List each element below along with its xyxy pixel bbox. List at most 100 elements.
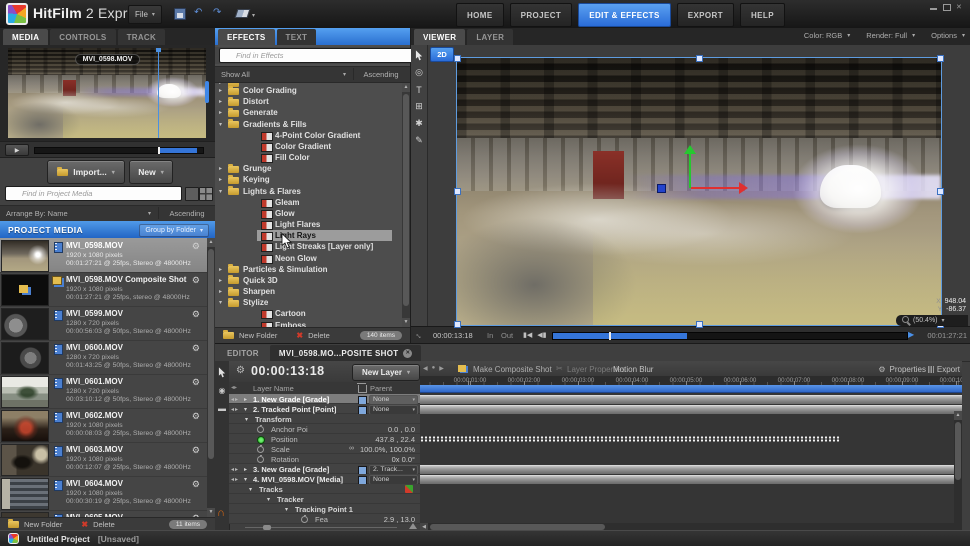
timeline-vertical-scrollbar[interactable]: ▲ [954, 411, 962, 531]
editor-row-layer[interactable]: ◂▸▾2. Tracked Point [Point]None▾ [229, 404, 420, 414]
new-folder-button[interactable]: New Folder [24, 520, 62, 529]
tree-expanded-icon[interactable]: ▾ [244, 476, 247, 483]
motion-blur-button[interactable]: Motion Blur [613, 365, 653, 374]
media-item[interactable]: MVI_0598.MOV1920 x 1080 pixels00:01:27:2… [0, 238, 207, 273]
effects-category[interactable]: ▸Generate [215, 107, 400, 118]
tree-collapsed-icon[interactable]: ▸ [219, 109, 222, 116]
effects-category[interactable]: ▾Stylize [215, 297, 400, 308]
selection-handle[interactable] [696, 321, 703, 328]
preview-scrubber[interactable] [34, 147, 204, 154]
new-folder-button[interactable]: New Folder [239, 331, 277, 340]
trash-icon[interactable] [358, 385, 367, 393]
timeline-clip-bar[interactable] [420, 405, 962, 414]
media-search-input[interactable] [5, 186, 182, 201]
scrollbar-thumb[interactable] [403, 94, 409, 306]
effect-item[interactable]: Glow [215, 208, 400, 219]
tree-expanded-icon[interactable]: ▾ [244, 406, 247, 413]
scrubber-playhead[interactable] [609, 332, 611, 340]
render-mode-dropdown[interactable]: Render: Full▾ [866, 31, 915, 40]
media-item-settings-icon[interactable]: ⚙ [192, 479, 200, 490]
parent-dropdown[interactable]: 2. Track...▾ [369, 465, 418, 475]
save-icon[interactable] [174, 8, 186, 20]
media-tab-media[interactable]: MEDIA [3, 29, 48, 45]
gizmo-y-arrow[interactable] [684, 145, 696, 154]
timeline-clip-bar[interactable] [420, 465, 962, 474]
tree-expanded-icon[interactable]: ▾ [219, 299, 222, 306]
scroll-down-icon[interactable]: ▼ [207, 508, 215, 517]
tab-close-icon[interactable]: ✕ [403, 349, 412, 358]
effects-category[interactable]: ▸Keying [215, 174, 400, 185]
show-all-dropdown[interactable]: Show All [221, 70, 250, 79]
gizmo-x-axis[interactable] [691, 187, 739, 189]
media-item[interactable]: MVI_0604.MOV1920 x 1080 pixels00:00:30:1… [0, 476, 207, 511]
viewer-scrubber[interactable] [552, 332, 908, 340]
media-item-settings-icon[interactable]: ⚙ [192, 343, 200, 354]
tree-collapsed-icon[interactable]: ▸ [219, 98, 222, 105]
timeline-settings-icon[interactable]: ⚙ [236, 365, 245, 376]
media-scrollbar[interactable]: ▲ ▼ [207, 238, 215, 517]
tree-collapsed-icon[interactable]: ▸ [219, 266, 222, 273]
nav-home[interactable]: HOME [456, 3, 504, 27]
effects-category[interactable]: ▸Particles & Simulation [215, 264, 400, 275]
minimize-icon[interactable] [930, 4, 938, 11]
effects-category[interactable]: ▸Distort [215, 96, 400, 107]
preview-scrubber-marker[interactable] [158, 147, 160, 154]
editor-row-group[interactable]: ▾Transform [229, 414, 420, 424]
delete-button[interactable]: Delete [308, 331, 330, 340]
properties-button[interactable]: ⚙Properties [878, 365, 926, 374]
keyframe-nav-icons[interactable]: ◂▸ [231, 396, 239, 403]
scroll-up-icon[interactable]: ▲ [402, 83, 410, 92]
effect-item[interactable]: Emboss [215, 320, 400, 327]
scroll-down-icon[interactable]: ▼ [402, 318, 410, 327]
current-icon[interactable]: ● [432, 365, 436, 372]
stopwatch-icon[interactable] [301, 516, 308, 523]
scrollbar-thumb[interactable] [955, 422, 961, 480]
timeline-clip-bar[interactable] [420, 475, 962, 484]
editor-tab-mvi-0598-mo-posite-shot[interactable]: MVI_0598.MO...POSITE SHOT✕ [270, 345, 422, 361]
tree-expanded-icon[interactable]: ▾ [267, 496, 270, 503]
nav-export[interactable]: EXPORT [677, 3, 734, 27]
effects-category[interactable]: ▾Lights & Flares [215, 186, 400, 197]
hand-tool-icon[interactable]: ◉ [216, 385, 228, 396]
go-to-start-icon[interactable]: ▮◀ [523, 331, 532, 339]
editor-row-group[interactable]: ▾Tracks [229, 484, 420, 494]
selection-handle[interactable] [937, 55, 944, 62]
media-item[interactable]: MVI_0598.MOV Composite Shot1920 x 1080 p… [0, 272, 207, 307]
effects-tab-text[interactable]: TEXT [277, 29, 317, 45]
effects-scrollbar[interactable]: ▲ ▼ [402, 83, 410, 327]
tree-collapsed-icon[interactable]: ▸ [219, 165, 222, 172]
selection-handle[interactable] [696, 55, 703, 62]
keyframe-nav-icons[interactable]: ◂▸ [231, 466, 239, 473]
gizmo-y-axis[interactable] [689, 154, 691, 188]
options-dropdown[interactable]: Options▾ [931, 31, 965, 40]
effect-item[interactable]: Light Rays [215, 230, 400, 241]
tracked-point-handle[interactable] [657, 184, 666, 193]
effect-item[interactable]: 4-Point Color Gradient [215, 130, 400, 141]
keyframe-nav-icons[interactable]: ◂▸ [231, 406, 239, 413]
preview-trim-handle[interactable] [205, 81, 209, 103]
media-item[interactable]: MVI_0600.MOV1280 x 720 pixels00:01:43:25… [0, 340, 207, 375]
zoom-level-dropdown[interactable]: (50.4%) ▾ [896, 315, 968, 326]
selection-handle[interactable] [937, 188, 944, 195]
tree-expanded-icon[interactable]: ▾ [285, 506, 288, 513]
restore-icon[interactable] [943, 4, 951, 11]
tree-collapsed-icon[interactable]: ▸ [219, 288, 222, 295]
media-tab-track[interactable]: TRACK [118, 29, 166, 45]
effects-category[interactable]: ▸Grunge [215, 163, 400, 174]
nav-help[interactable]: HELP [740, 3, 785, 27]
editor-row-prop[interactable]: Position437.8 , 22.4 [229, 434, 420, 444]
tree-expanded-icon[interactable]: ▾ [245, 416, 248, 423]
effect-item[interactable]: Fill Color [215, 152, 400, 163]
effect-item[interactable]: Light Flares [215, 219, 400, 230]
viewer-tab-layer[interactable]: LAYER [467, 29, 513, 45]
play-button[interactable]: ▶ [908, 330, 914, 339]
text-tool-icon[interactable]: T [413, 84, 425, 95]
effect-item[interactable]: Gleam [215, 197, 400, 208]
select-tool-icon[interactable] [413, 50, 425, 61]
scrollbar-thumb[interactable] [208, 249, 214, 459]
effect-item[interactable]: Light Streaks [Layer only] [215, 241, 400, 252]
editor-timecode[interactable]: 00:00:13:18 [251, 364, 325, 378]
editor-row-layer[interactable]: ◂▸▸1. New Grade [Grade]None▾ [229, 394, 420, 404]
selection-handle[interactable] [454, 321, 461, 328]
step-back-icon[interactable]: ◀▮ [537, 331, 546, 339]
